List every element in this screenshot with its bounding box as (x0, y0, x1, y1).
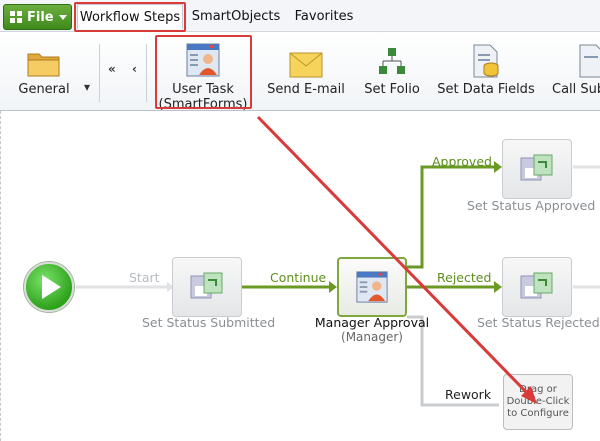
send-email-button[interactable]: Send E-mail (266, 38, 346, 97)
manager-approval-node[interactable] (337, 257, 407, 317)
general-label: General (18, 82, 70, 97)
tab-smartobjects-label: SmartObjects (191, 8, 281, 24)
rework-line-label: Rework (445, 387, 492, 402)
chevron-left-icon[interactable]: ‹ (132, 62, 137, 76)
set-status-approved-label: Set Status Approved (467, 198, 596, 213)
set-status-rejected-label: Set Status Rejected (477, 315, 600, 330)
tab-workflow-steps[interactable]: Workflow Steps (77, 4, 183, 29)
set-status-rejected-node[interactable] (502, 257, 572, 317)
set-status-icon (190, 272, 223, 299)
document-icon (579, 44, 600, 78)
approved-line[interactable] (407, 165, 495, 269)
folder-icon (27, 53, 60, 77)
rejected-arrowhead (494, 281, 502, 293)
set-data-fields-button[interactable]: Set Data Fields (436, 38, 536, 97)
ribbon-separator (99, 44, 100, 102)
set-status-submitted-label: Set Status Submitted (142, 315, 276, 330)
set-status-approved-node[interactable] (502, 139, 572, 199)
data-fields-icon (473, 44, 499, 78)
rejected-line-label: Rejected (437, 270, 492, 285)
approved-line-label: Approved (432, 154, 492, 169)
set-status-icon (520, 272, 553, 299)
user-task-smartforms-button[interactable]: User Task (SmartForms) (157, 38, 249, 112)
set-status-submitted-node[interactable] (172, 257, 242, 317)
approved-arrowhead (494, 161, 502, 173)
set-folio-button[interactable]: Set Folio (360, 38, 424, 97)
call-sub-label: Call Sub (552, 82, 600, 97)
continue-line-label: Continue (270, 270, 327, 285)
tab-favorites[interactable]: Favorites (288, 4, 360, 28)
general-button[interactable]: General (14, 38, 74, 97)
placeholder-line-2: Double-Click (506, 396, 570, 407)
placeholder-line-3: to Configure (507, 408, 569, 419)
continue-arrowhead (329, 281, 337, 293)
user-task-label-1: User Task (172, 82, 234, 97)
start-line-label: Start (129, 270, 160, 285)
folio-tree-icon (379, 48, 405, 74)
envelope-icon (289, 52, 323, 78)
tab-workflow-steps-label: Workflow Steps (79, 9, 181, 25)
workflow-canvas[interactable]: Start Continue Approved Rejected Rework … (0, 111, 600, 441)
user-task-icon (356, 271, 388, 303)
chevron-down-icon (58, 14, 67, 20)
set-status-icon (520, 154, 553, 181)
tab-favorites-label: Favorites (294, 8, 354, 24)
manager-approval-label: Manager Approval (314, 315, 430, 330)
tab-smartobjects[interactable]: SmartObjects (188, 4, 284, 28)
menu-bar: File Workflow Steps SmartObjects Favorit… (0, 0, 600, 32)
start-node[interactable] (24, 262, 74, 312)
call-sub-button[interactable]: Call Sub (552, 38, 600, 97)
set-data-fields-label: Set Data Fields (437, 82, 535, 97)
user-task-icon (186, 43, 220, 77)
manager-approval-role: (Manager) (341, 330, 403, 344)
user-task-label-2: (SmartForms) (158, 97, 248, 112)
double-chevron-left-icon[interactable]: « (108, 62, 116, 76)
unconfigured-step-node[interactable]: Drag or Double-Click to Configure (503, 374, 573, 430)
ribbon-toolbar: General ▾ « ‹ User Task (SmartForms) Sen… (0, 32, 600, 112)
file-menu-label: File (27, 9, 54, 25)
file-menu-button[interactable]: File (3, 4, 72, 30)
play-icon (42, 275, 61, 299)
placeholder-line-1: Drag or (519, 384, 557, 395)
ribbon-separator (146, 44, 147, 102)
send-email-label: Send E-mail (267, 82, 345, 97)
chevron-down-icon[interactable]: ▾ (84, 80, 90, 94)
grid-icon (10, 11, 22, 23)
set-folio-label: Set Folio (364, 82, 420, 97)
